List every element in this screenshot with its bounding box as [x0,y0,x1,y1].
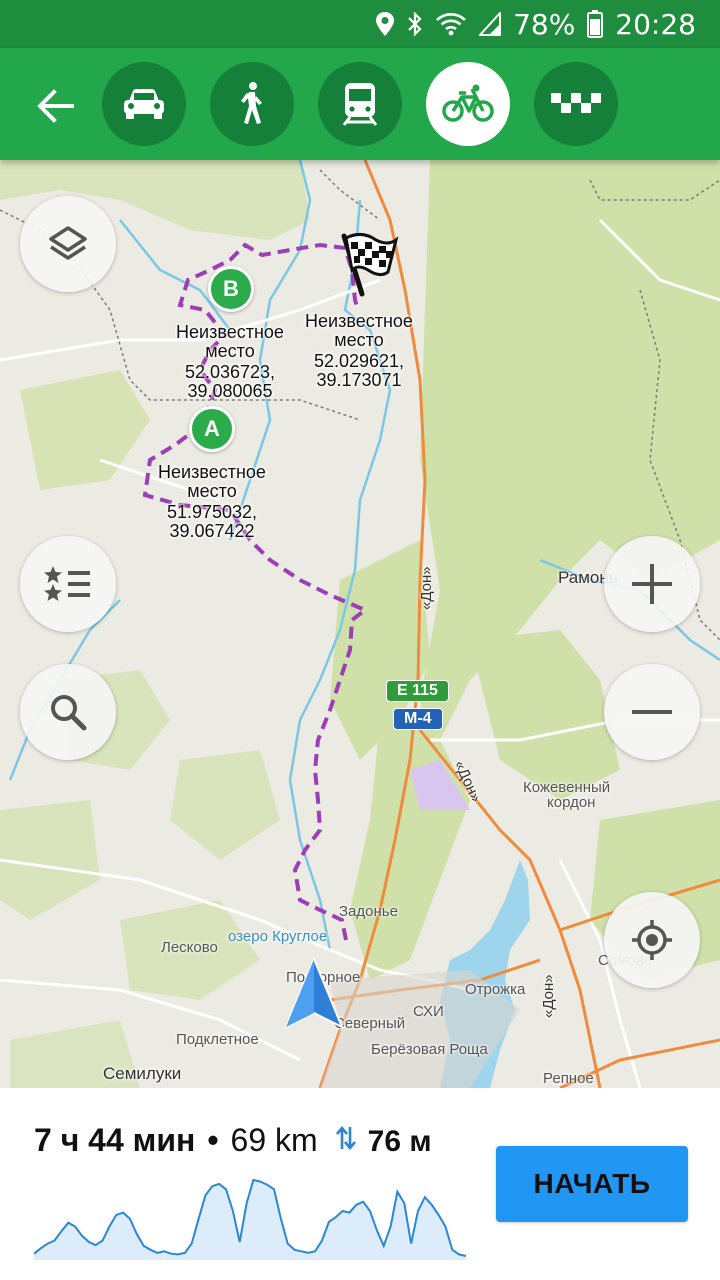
route-elevation: 76 м [367,1125,432,1158]
current-location-marker [284,956,344,1036]
road-label: «Дон» [418,566,435,610]
waypoint-b-name: место [205,341,255,361]
bluetooth-icon [407,11,423,37]
mode-car-button[interactable] [102,62,186,146]
waypoint-a-coords: 39.067422 [169,521,255,541]
place-label: Берёзовая Роща [371,1041,488,1058]
start-button[interactable]: НАЧАТЬ [496,1146,688,1222]
route-distance: 69 km [230,1122,318,1158]
bookmarks-button[interactable] [20,536,116,632]
zoom-out-icon [632,710,672,714]
waypoint-b-coords: 52.036723, [184,362,276,382]
road-badge-m4: M-4 [393,708,443,730]
wifi-icon [435,11,467,37]
train-icon [342,83,378,126]
place-label: Лесково [161,939,218,956]
place-label: Отрожка [465,981,526,998]
waypoint-a-name: Неизвестное [158,462,266,482]
zoom-in-icon [632,564,672,604]
place-label: Репное [543,1070,594,1087]
my-location-icon [632,920,672,960]
checkered-flag-icon [341,233,399,297]
place-label: Подклетное [176,1031,259,1048]
signal-icon [479,12,502,36]
place-label: кордон [547,794,596,811]
pedestrian-icon [241,82,262,124]
back-button[interactable] [30,80,82,132]
bicycle-icon [442,84,494,122]
waypoint-a-name: место [187,481,237,501]
route-duration: 7 ч 44 мин [34,1122,196,1158]
navigation-arrow-icon [284,956,344,1030]
waypoint-a-marker[interactable]: A [189,406,235,452]
arrow-left-icon [37,89,74,123]
taxi-icon [551,93,601,113]
finish-flag-marker[interactable] [338,232,400,303]
location-icon [375,11,395,37]
elevation-arrows-icon [335,1125,356,1157]
map-view[interactable]: Рамонь Кожевенный кордон Задонье Лесково… [0,160,720,1088]
finish-label: Неизвестное место 52.029621, 39.173071 [289,312,429,390]
waypoint-b-coords: 39.080065 [187,381,273,401]
battery-icon [587,10,604,38]
status-bar: 78% 20:28 [0,0,720,48]
waypoint-b-label: Неизвестное место 52.036723, 39.080065 [160,323,300,401]
mode-taxi-button[interactable] [534,62,618,146]
search-button[interactable] [20,664,116,760]
elevation-profile-chart [34,1178,466,1260]
place-label: Семилуки [103,1064,182,1083]
bookmarks-icon [44,566,90,601]
finish-coords: 52.029621, [313,351,405,371]
route-summary: 7 ч 44 мин • 69 km 76 м [34,1122,432,1159]
layers-icon [49,226,87,260]
finish-name: место [334,330,384,350]
lake-label: озеро Круглое [228,928,328,945]
road-label: «Дон» [540,974,557,1018]
zoom-in-button[interactable] [604,536,700,632]
place-label: Северный [334,1015,406,1032]
waypoint-a-coords: 51.975032, [166,502,258,522]
transport-mode-toolbar [0,48,720,160]
my-location-button[interactable] [604,892,700,988]
place-label: СХИ [413,1003,444,1020]
route-panel: 7 ч 44 мин • 69 km 76 м НАЧАТЬ [0,1088,720,1280]
car-icon [124,89,164,119]
zoom-out-button[interactable] [604,664,700,760]
road-badge-e115: E 115 [386,680,449,702]
mode-bike-button[interactable] [426,62,510,146]
waypoint-b-name: Неизвестное [176,322,284,342]
separator: • [207,1122,219,1158]
clock: 20:28 [615,7,696,41]
battery-percent: 78% [513,7,576,41]
finish-coords: 39.173071 [316,370,402,390]
layers-button[interactable] [20,196,116,292]
mode-transit-button[interactable] [318,62,402,146]
place-label: Задонье [339,903,398,920]
finish-name: Неизвестное [305,311,413,331]
waypoint-b-marker[interactable]: B [208,266,254,312]
mode-walk-button[interactable] [210,62,294,146]
waypoint-a-label: Неизвестное место 51.975032, 39.067422 [142,463,282,541]
search-icon [51,695,87,731]
